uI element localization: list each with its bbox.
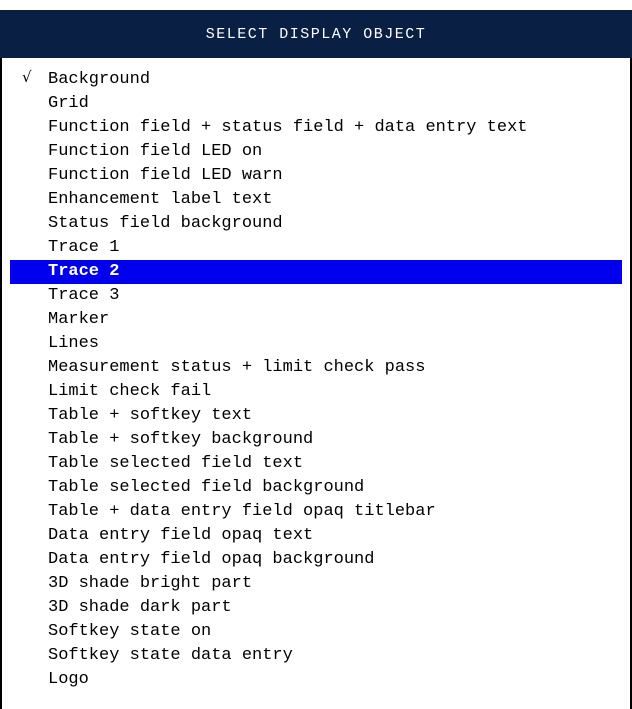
- list-item-label: Logo: [48, 670, 89, 689]
- list-item[interactable]: Limit check fail: [10, 380, 622, 404]
- list-item-label: Background: [48, 70, 151, 89]
- display-object-items: √ Background Grid Function field + status f…: [2, 68, 630, 692]
- list-item[interactable]: Trace 2: [10, 260, 622, 284]
- list-item-label: Lines: [48, 334, 100, 353]
- list-item-label: Table selected field background: [48, 478, 365, 497]
- list-item[interactable]: Function field + status field + data ent…: [10, 116, 622, 140]
- list-item[interactable]: Enhancement label text: [10, 188, 622, 212]
- list-item[interactable]: Grid: [10, 92, 622, 116]
- list-item[interactable]: Lines: [10, 332, 622, 356]
- list-item[interactable]: 3D shade dark part: [10, 596, 622, 620]
- list-item[interactable]: Table + data entry field opaq titlebar: [10, 500, 622, 524]
- list-item-label: Table + softkey background: [48, 430, 314, 449]
- list-item-label: Enhancement label text: [48, 190, 273, 209]
- list-item-label: Data entry field opaq text: [48, 526, 314, 545]
- list-item[interactable]: Softkey state data entry: [10, 644, 622, 668]
- list-item-label: 3D shade bright part: [48, 574, 253, 593]
- list-item-label: Table + data entry field opaq titlebar: [48, 502, 436, 521]
- list-item-label: Status field background: [48, 214, 283, 233]
- list-item-label: Measurement status + limit check pass: [48, 358, 426, 377]
- dialog-title: SELECT DISPLAY OBJECT: [0, 10, 632, 58]
- list-item-label: Softkey state data entry: [48, 646, 293, 665]
- list-item[interactable]: Trace 3: [10, 284, 622, 308]
- list-item[interactable]: √ Background: [10, 68, 622, 92]
- list-item-label: Table + softkey text: [48, 406, 253, 425]
- checkmark-icon: √: [22, 68, 32, 86]
- list-item-label: Marker: [48, 310, 110, 329]
- list-item-label: Function field + status field + data ent…: [48, 118, 528, 137]
- list-item-label: Table selected field text: [48, 454, 304, 473]
- list-item[interactable]: Table + softkey text: [10, 404, 622, 428]
- list-item[interactable]: 3D shade bright part: [10, 572, 622, 596]
- list-item-label: Trace 3: [48, 286, 120, 305]
- select-display-object-dialog: SELECT DISPLAY OBJECT √ Background Grid Fun…: [0, 0, 632, 709]
- list-item[interactable]: Measurement status + limit check pass: [10, 356, 622, 380]
- list-item[interactable]: Function field LED on: [10, 140, 622, 164]
- list-item-label: Function field LED warn: [48, 166, 283, 185]
- list-item[interactable]: Logo: [10, 668, 622, 692]
- list-item-label: Limit check fail: [48, 382, 212, 401]
- list-item-label: 3D shade dark part: [48, 598, 232, 617]
- display-object-list[interactable]: √ Background Grid Function field + status f…: [0, 58, 632, 709]
- list-item[interactable]: Status field background: [10, 212, 622, 236]
- list-item[interactable]: Data entry field opaq text: [10, 524, 622, 548]
- list-item[interactable]: Table selected field background: [10, 476, 622, 500]
- list-item-label: Function field LED on: [48, 142, 263, 161]
- list-item[interactable]: Table selected field text: [10, 452, 622, 476]
- list-item-label: Grid: [48, 94, 89, 113]
- list-item[interactable]: Softkey state on: [10, 620, 622, 644]
- list-item-label: Trace 1: [48, 238, 120, 257]
- list-item[interactable]: Table + softkey background: [10, 428, 622, 452]
- list-item[interactable]: Function field LED warn: [10, 164, 622, 188]
- list-item-label: Data entry field opaq background: [48, 550, 375, 569]
- list-item-label: Softkey state on: [48, 622, 212, 641]
- list-item[interactable]: Data entry field opaq background: [10, 548, 622, 572]
- list-item-label: Trace 2: [48, 262, 120, 281]
- list-item[interactable]: Trace 1: [10, 236, 622, 260]
- list-item[interactable]: Marker: [10, 308, 622, 332]
